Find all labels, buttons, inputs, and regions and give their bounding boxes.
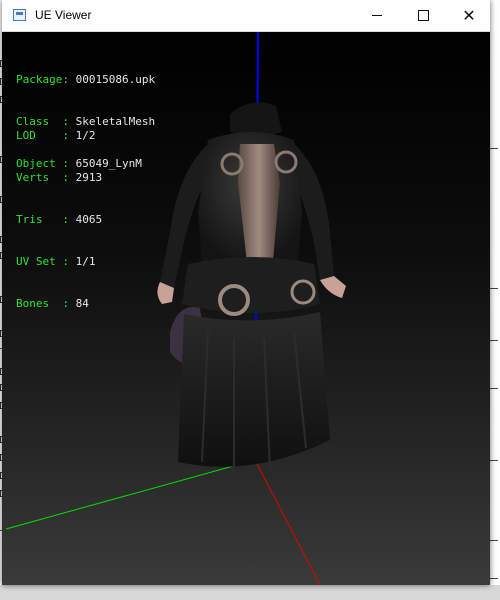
info-line-uvset: UV Set : 1/1 (16, 255, 96, 268)
minimize-button[interactable] (354, 0, 400, 31)
app-icon (13, 9, 26, 21)
y-axis-line (254, 459, 321, 585)
tris-value: 4065 (75, 213, 103, 226)
uvset-value: 1/1 (75, 255, 96, 268)
close-button[interactable]: ✕ (446, 0, 492, 31)
close-icon: ✕ (462, 7, 476, 25)
package-value: 00015086.upk (75, 73, 156, 86)
background-app-right-edge (490, 0, 500, 600)
background-divider (490, 578, 498, 579)
title-bar[interactable]: UE Viewer ✕ (2, 0, 490, 32)
minimize-icon (372, 15, 382, 16)
ue-viewer-window: UE Viewer ✕ Package: 00015086.upk Class … (2, 0, 490, 585)
3d-viewport[interactable]: Package: 00015086.upk Class : SkeletalMe… (2, 32, 490, 585)
skeletal-mesh-character (157, 102, 346, 472)
verts-value: 2913 (75, 171, 103, 184)
x-axis-line (5, 459, 256, 530)
background-divider (490, 540, 498, 541)
background-divider (490, 340, 498, 341)
mesh-info-group-2: LOD : 1/2 Verts : 2913 Tris : 4065 UV Se… (16, 101, 102, 339)
bones-value: 84 (75, 297, 89, 310)
background-divider (490, 148, 498, 149)
info-line-bones: Bones : 84 (16, 297, 89, 310)
lod-value: 1/2 (75, 129, 96, 142)
background-divider (490, 288, 498, 289)
info-line-lod: LOD : 1/2 (16, 129, 96, 142)
maximize-button[interactable] (400, 0, 446, 31)
info-line-tris: Tris : 4065 (16, 213, 103, 226)
info-line-verts: Verts : 2913 (16, 171, 103, 184)
window-title: UE Viewer (35, 8, 92, 22)
maximize-icon (417, 10, 429, 21)
background-taskbar-strip (0, 585, 500, 600)
background-divider (490, 388, 498, 389)
info-line-package: Package: 00015086.upk (16, 73, 156, 86)
background-divider (490, 460, 498, 461)
